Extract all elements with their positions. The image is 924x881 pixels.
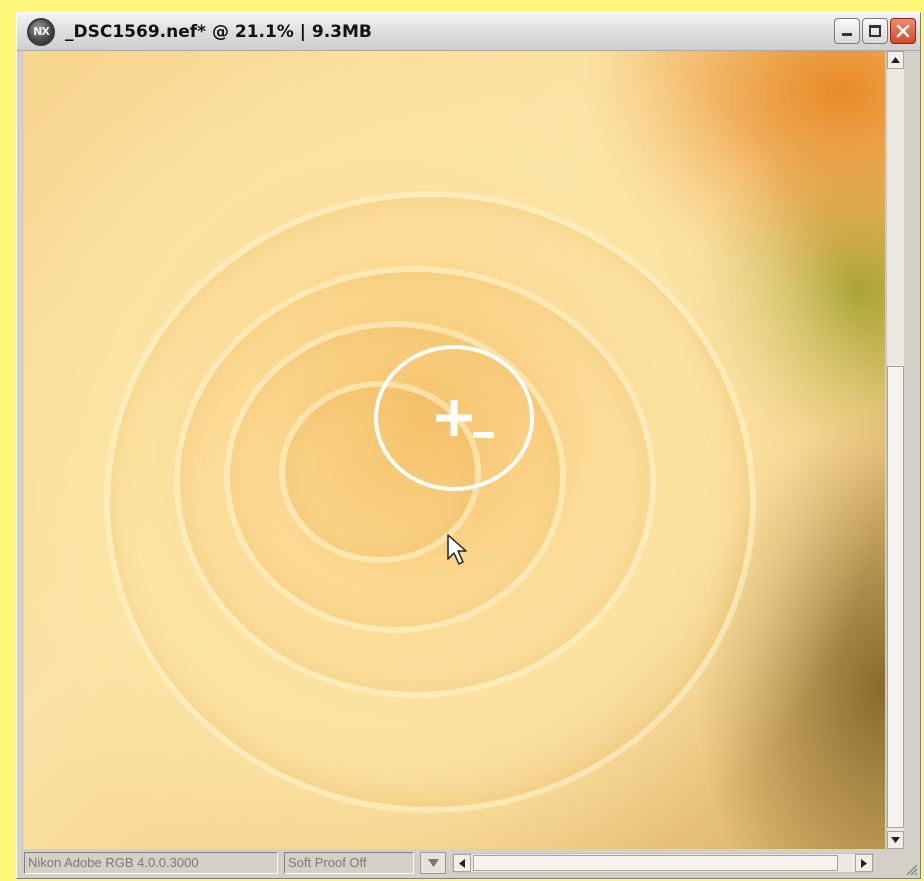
horizontal-scroll-thumb[interactable]	[473, 855, 838, 871]
scroll-left-button[interactable]	[453, 854, 471, 872]
scroll-right-button[interactable]	[855, 854, 873, 872]
vertical-scrollbar[interactable]	[886, 51, 904, 849]
close-icon	[896, 24, 910, 38]
window-controls	[834, 18, 916, 44]
nx-app-icon: NX	[27, 17, 55, 46]
image-window: NX _DSC1569.nef* @ 21.1% | 9.3MB Nikon A…	[16, 12, 921, 879]
zoom-plus-minus-icon	[374, 345, 534, 491]
minimize-button[interactable]	[834, 18, 860, 44]
soft-proof-field: Soft Proof Off	[284, 852, 414, 874]
resize-grip-icon[interactable]	[904, 862, 918, 876]
arrow-left-icon	[459, 858, 465, 868]
soft-proof-dropdown-button[interactable]	[420, 852, 446, 874]
close-button[interactable]	[890, 18, 916, 44]
vertical-scroll-thumb[interactable]	[887, 366, 904, 828]
scroll-down-button[interactable]	[887, 831, 904, 849]
arrow-down-icon	[891, 837, 900, 843]
horizontal-scrollbar[interactable]	[452, 853, 874, 873]
maximize-button[interactable]	[862, 18, 888, 44]
arrow-right-icon	[861, 858, 867, 868]
color-profile-field: Nikon Adobe RGB 4.0.0.3000	[24, 852, 278, 874]
triangle-down-icon	[427, 859, 439, 867]
status-bar: Nikon Adobe RGB 4.0.0.3000 Soft Proof Of…	[24, 850, 920, 876]
window-title: _DSC1569.nef* @ 21.1% | 9.3MB	[65, 21, 372, 42]
arrow-up-icon	[891, 57, 900, 63]
arrow-pointer-icon	[447, 534, 467, 565]
scroll-up-button[interactable]	[887, 51, 904, 69]
image-canvas[interactable]	[24, 51, 885, 849]
title-bar[interactable]: NX _DSC1569.nef* @ 21.1% | 9.3MB	[17, 13, 920, 51]
